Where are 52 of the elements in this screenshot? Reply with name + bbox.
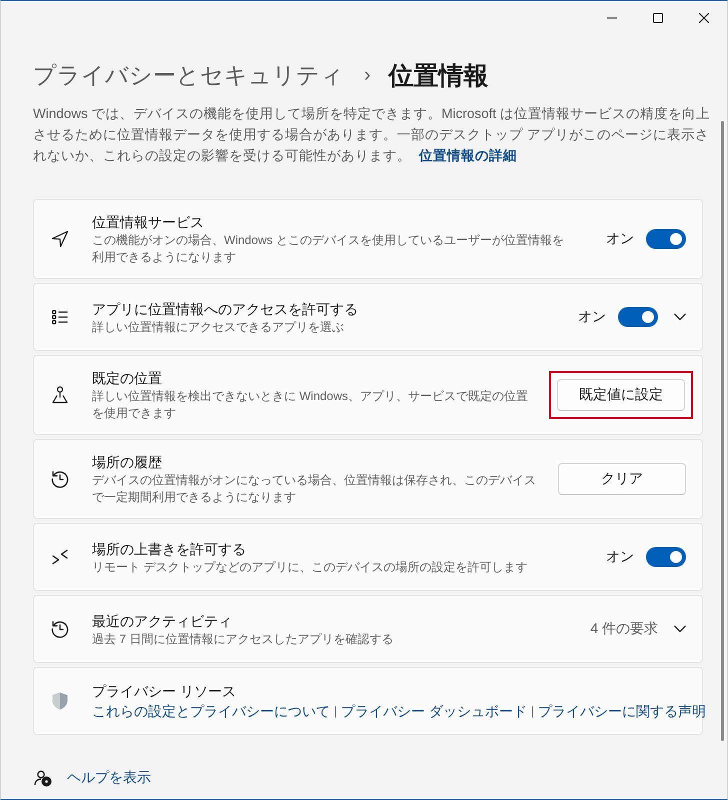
setting-title: 既定の位置 (92, 369, 162, 388)
setting-title: 位置情報サービス (92, 213, 204, 232)
setting-title: 最近のアクティビティ (92, 612, 232, 630)
history-icon (50, 619, 70, 639)
toggle-state-label: オン (578, 308, 606, 326)
link-separator: | (531, 702, 534, 720)
scrollbar-thumb[interactable] (721, 121, 724, 741)
setting-card[interactable]: 位置情報サービス この機能がオンの場合、Windows とこのデバイスを使用しているユーザーが位置情報を利用できるようになります オン (33, 199, 703, 279)
setting-description: 詳しい位置情報にアクセスできるアプリを選ぶ (92, 318, 344, 336)
setting-card[interactable]: アプリに位置情報へのアクセスを許可する 詳しい位置情報にアクセスできるアプリを選ぶ オン (33, 283, 703, 351)
chevron-down-icon[interactable] (674, 313, 686, 321)
close-icon[interactable] (699, 12, 709, 22)
history-icon (50, 469, 70, 489)
navigation-arrow-icon (50, 229, 70, 249)
toggle-switch[interactable] (618, 307, 658, 327)
chevrons-icon (50, 547, 70, 567)
setting-description: 過去 7 日間に位置情報にアクセスしたアプリを確認する (92, 630, 394, 648)
setting-description: リモート デスクトップなどのアプリに、このデバイスの場所の設定を許可します (92, 558, 528, 576)
setting-description: 詳しい位置情報を検出できないときに Windows、アプリ、サービスで既定の位置を使用できます (92, 388, 530, 422)
breadcrumb-separator: › (364, 64, 371, 86)
shield-icon (50, 691, 70, 711)
setting-title: 場所の上書きを許可する (92, 540, 246, 558)
breadcrumb-parent[interactable]: プライバシーとセキュリティ (33, 60, 344, 90)
toggle-switch[interactable] (646, 229, 686, 249)
setting-title: アプリに位置情報へのアクセスを許可する (92, 300, 358, 318)
list-icon (50, 307, 70, 327)
privacy-link[interactable]: プライバシーに関する声明 (538, 700, 706, 722)
setting-card[interactable]: 既定の位置 詳しい位置情報を検出できないときに Windows、アプリ、サービスで既定の位置を使用できます 既定値に設定 (33, 355, 703, 435)
toggle-state-label: オン (606, 230, 634, 248)
action-button[interactable]: クリア (558, 463, 686, 495)
action-button[interactable]: 既定値に設定 (557, 379, 685, 411)
setting-card[interactable]: 場所の履歴 デバイスの位置情報がオンになっている場合、位置情報は保存され、このデバイスで一定期間利用できるようになります クリア (33, 439, 703, 519)
setting-title: 場所の履歴 (92, 453, 162, 472)
chevron-down-icon[interactable] (674, 625, 686, 633)
toggle-state-label: オン (606, 548, 634, 566)
setting-title: プライバシー リソース (92, 682, 236, 700)
help-link[interactable]: ヘルプを表示 (67, 769, 151, 787)
maximize-icon[interactable] (653, 12, 663, 22)
location-pin-icon (50, 385, 70, 405)
privacy-link[interactable]: これらの設定とプライバシーについて (92, 700, 330, 722)
link-separator: | (334, 702, 338, 720)
setting-description: この機能がオンの場合、Windows とこのデバイスを使用しているユーザーが位置情報を利用できるようになります (92, 232, 566, 266)
setting-description: デバイスの位置情報がオンになっている場合、位置情報は保存され、このデバイスで一定期間利用できるようになります (92, 472, 537, 506)
setting-card[interactable]: 場所の上書きを許可する リモート デスクトップなどのアプリに、このデバイスの場所の設定を許可します オン (33, 523, 703, 591)
request-count: 4 件の要求 (590, 620, 658, 638)
learn-more-link[interactable]: 位置情報の詳細 (418, 148, 517, 163)
setting-card[interactable]: 最近のアクティビティ 過去 7 日間に位置情報にアクセスしたアプリを確認する 4 件の要求 (33, 595, 703, 663)
toggle-switch[interactable] (646, 547, 686, 567)
page-title: 位置情報 (388, 60, 489, 92)
help-icon[interactable] (34, 769, 52, 787)
privacy-link[interactable]: プライバシー ダッシュボード (341, 700, 528, 722)
intro-text: Windows では、デバイスの機能を使用して場所を特定できます。Microsoft は位置情報サービスの精度を向上させるために位置情報データを使用する場合があります。一部のデスクトップ アプリがこのページに表示されないか、これらの設定の影響を受ける可能性があります。 位置情報の詳細 (33, 105, 712, 165)
